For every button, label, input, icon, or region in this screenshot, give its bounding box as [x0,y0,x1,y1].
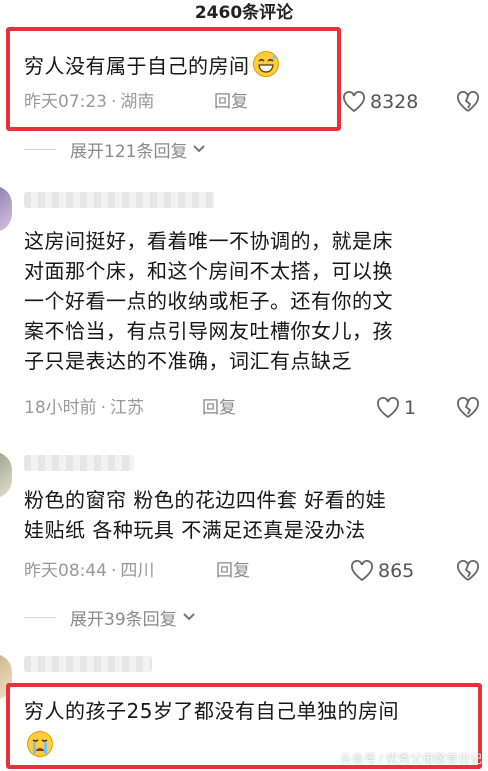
comment-text: 穷人的孩子25岁了都没有自己单独的房间 [24,696,399,726]
like-button[interactable]: 865 [350,558,414,584]
broken-heart-icon[interactable] [456,91,480,113]
avatar[interactable] [0,186,12,232]
heart-icon [351,560,373,582]
watermark: 头条号 / 优秀父母教育日记 [340,750,482,767]
comment-line: 子只是表达的不准确，词汇有点缺乏 [24,349,352,373]
comment-meta-info: 昨天08:44 · 四川 [24,558,154,584]
like-count: 1 [404,397,417,419]
comment-time: 昨天08:44 [24,561,107,581]
comment-line: 案不恰当，有点引导网友吐槽你女儿，孩 [24,319,393,343]
expand-replies-button[interactable]: 展开39条回复 [24,604,197,630]
heart-icon [377,397,399,419]
comment-text-content: 穷人的孩子25岁了都没有自己单独的房间 [24,699,399,723]
meta-separator: · [100,398,107,418]
comment-location: 江苏 [110,398,145,418]
watermark-logo-text: 头条号 / 优秀父母教育日记 [339,752,482,766]
expand-divider [24,148,56,150]
comment-meta: 18小时前 · 江苏 回复 1 [24,395,482,421]
comment-location: 四川 [120,561,155,581]
comment-line: 一个好看一点的收纳或柜子。还有你的文 [24,289,393,313]
comment-text: 这房间挺好，看着唯一不协调的，就是床 对面那个床，和这个房间不太搭，可以换 一个… [24,226,393,376]
comment-line: 粉色的窗帘 粉色的花边四件套 好看的娃 [24,488,387,512]
crying-face-emoji [27,731,53,757]
username-blurred [24,656,152,672]
like-button[interactable]: 8328 [342,89,418,115]
broken-heart-icon[interactable] [456,560,480,582]
comment-meta-info: 18小时前 · 江苏 [24,395,144,421]
reply-button[interactable]: 回复 [216,558,250,584]
expand-replies-button[interactable]: 展开121条回复 [24,136,207,162]
like-button[interactable]: 1 [376,395,416,421]
username-blurred [24,192,214,208]
expand-divider [24,616,56,618]
grinning-sweat-emoji [252,51,279,77]
heart-icon [343,91,365,113]
comment-meta: 昨天07:23 · 湖南 回复 8328 [24,89,482,115]
chevron-down-icon [193,145,206,153]
chevron-down-icon [182,613,195,621]
username-blurred [24,455,134,471]
comment-line: 娃贴纸 各种玩具 不满足还真是没办法 [24,518,366,542]
comment-text: 穷人没有属于自己的房间 [24,50,280,81]
like-count: 8328 [370,91,419,113]
comment-line: 对面那个床，和这个房间不太搭，可以换 [24,259,393,283]
comment-time: 18小时前 [24,398,97,418]
avatar[interactable] [0,452,12,498]
like-count: 865 [378,560,415,582]
comment-meta-info: 昨天07:23 · 湖南 [24,89,154,115]
meta-separator: · [111,92,117,112]
reply-button[interactable]: 回复 [202,395,236,421]
comment-meta: 昨天08:44 · 四川 回复 865 [24,558,482,584]
comment-line: 这房间挺好，看着唯一不协调的，就是床 [24,229,393,253]
comment-text: 粉色的窗帘 粉色的花边四件套 好看的娃 娃贴纸 各种玩具 不满足还真是没办法 [24,485,386,545]
expand-replies-label: 展开39条回复 [70,609,177,630]
reply-button[interactable]: 回复 [214,89,248,115]
comment-count-title: 2460条评论 [194,3,294,23]
comment-time: 昨天07:23 [24,92,107,112]
expand-replies-label: 展开121条回复 [70,141,188,162]
meta-separator: · [111,561,117,581]
comments-page: 2460条评论 穷人没有属于自己的房间 昨天07:23·湖南 回复 8328 [0,0,488,771]
broken-heart-icon[interactable] [456,397,480,419]
comment-text-content: 穷人没有属于自己的房间 [24,54,250,78]
comment-location: 湖南 [120,92,155,112]
